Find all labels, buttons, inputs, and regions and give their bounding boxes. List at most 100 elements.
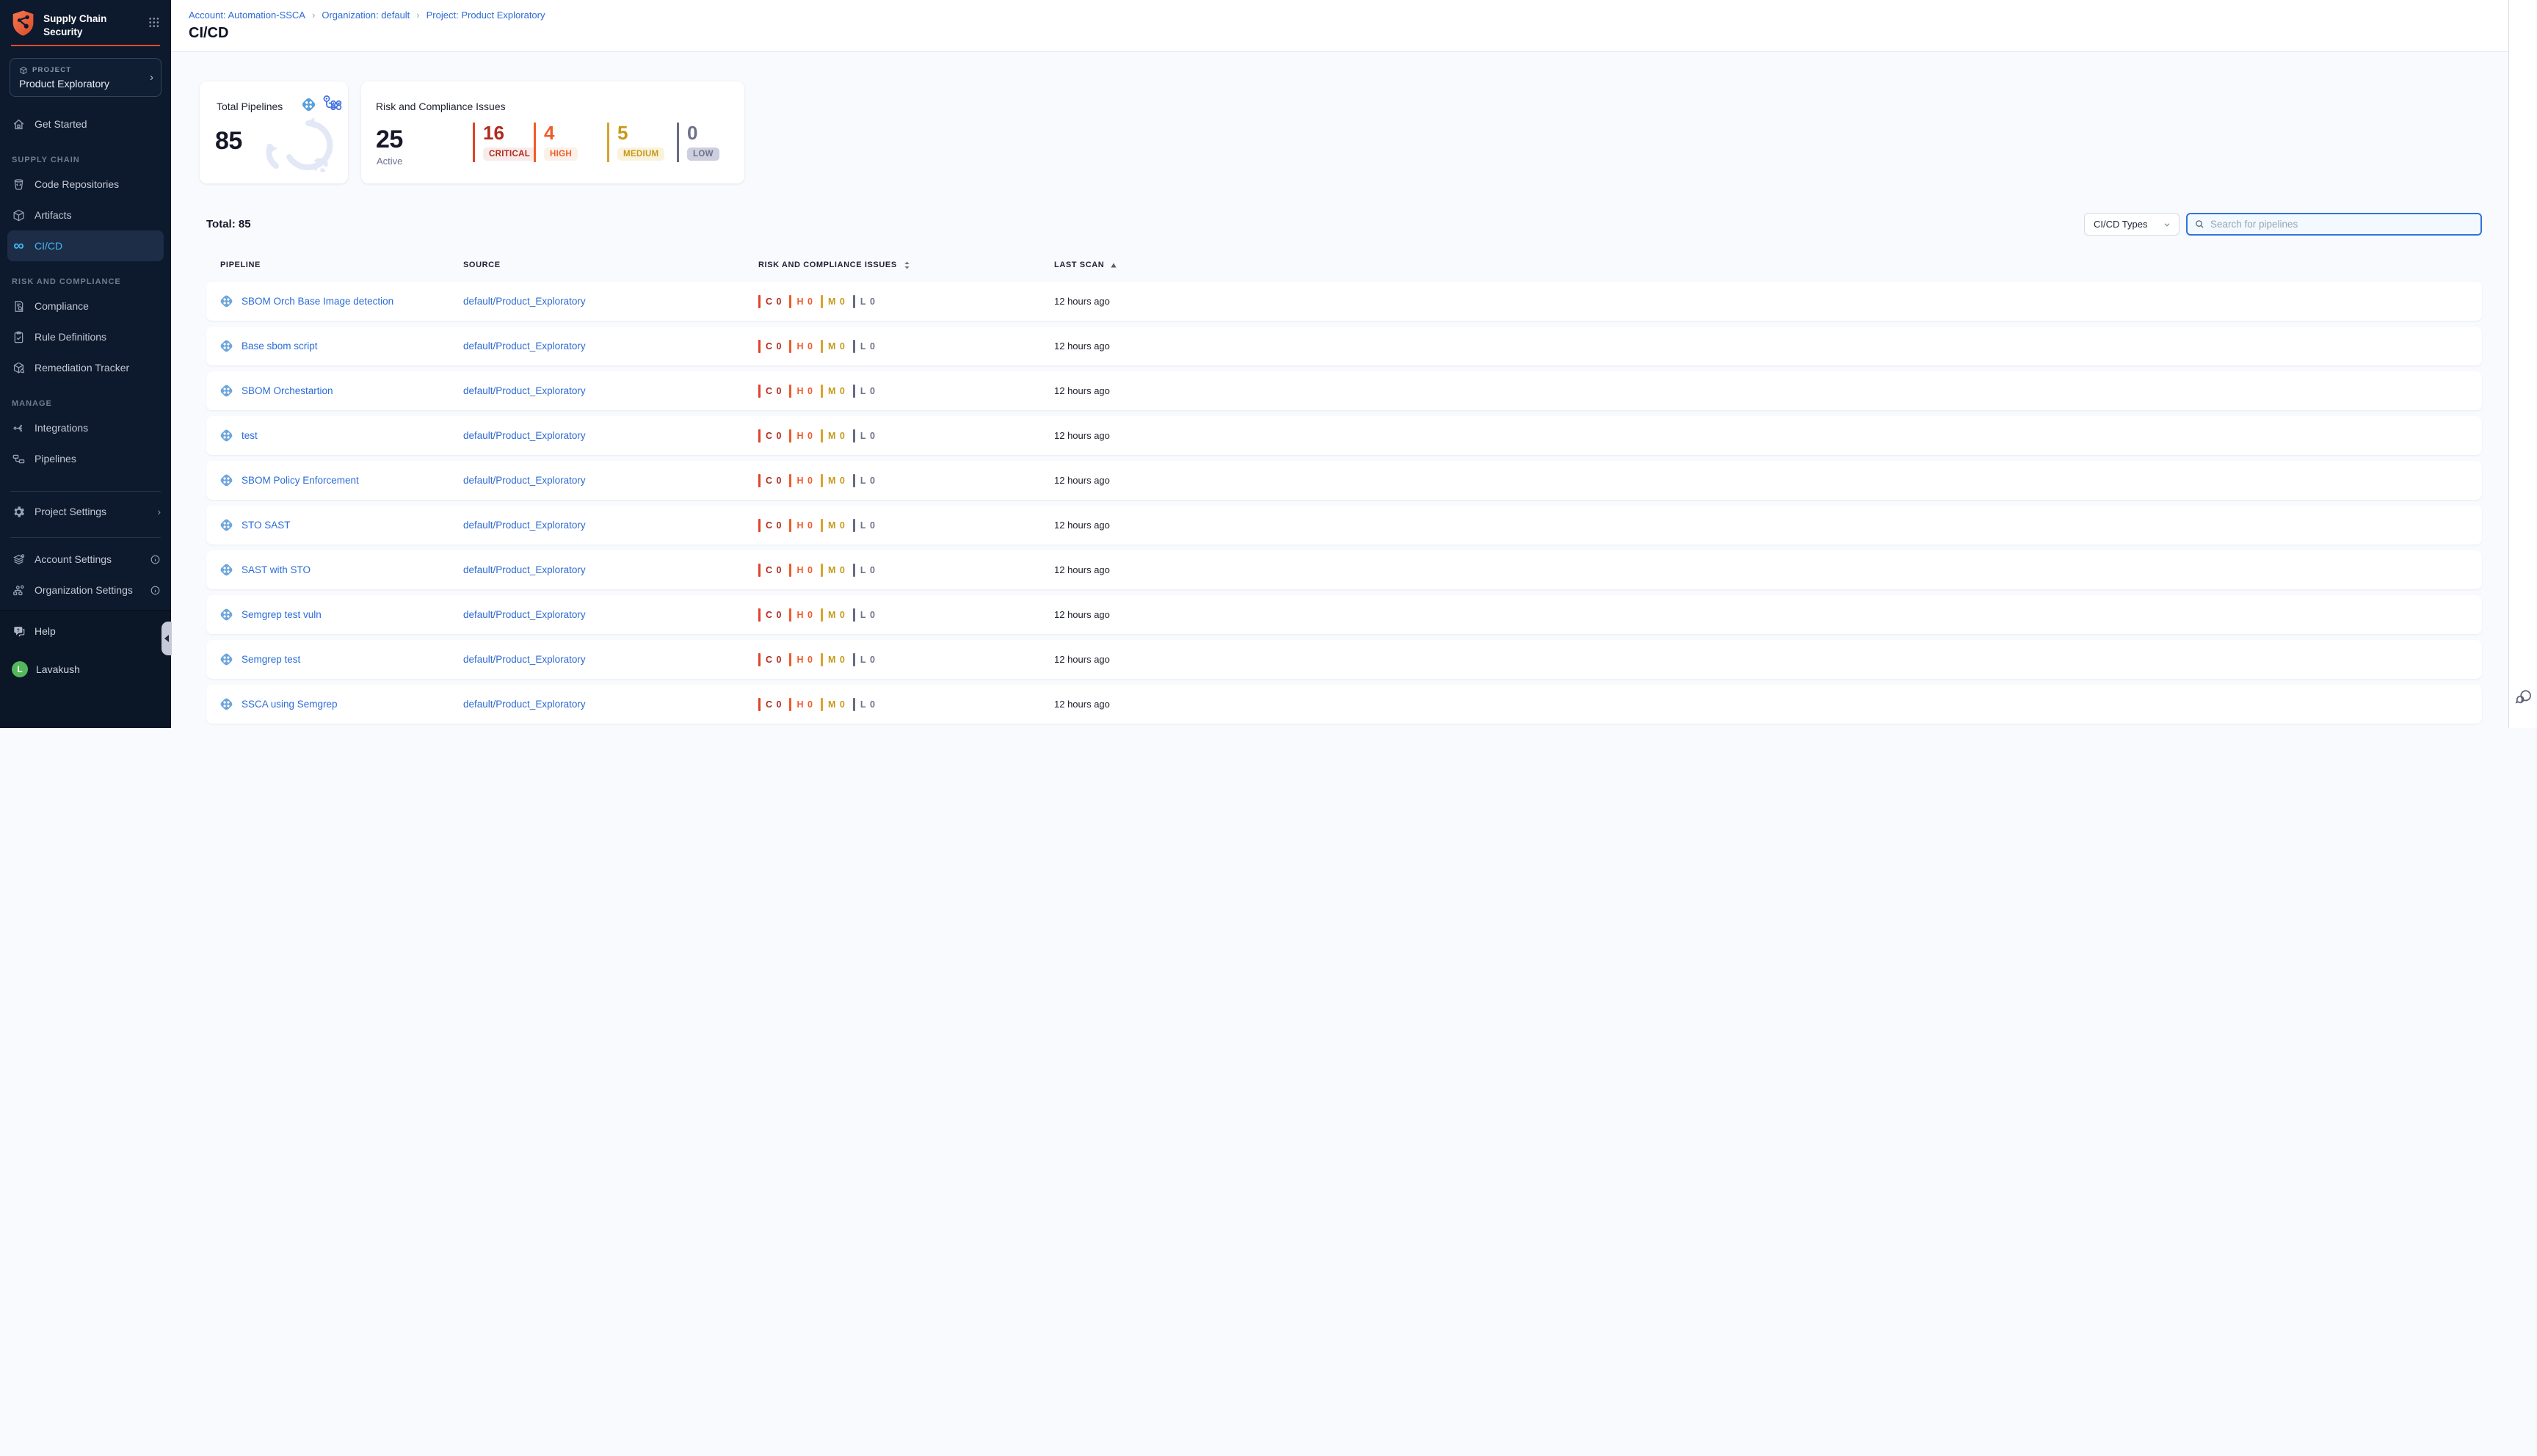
pipeline-diamond-icon: [219, 428, 234, 443]
pipeline-diamond-icon: [219, 696, 234, 712]
table-row[interactable]: SBOM Policy Enforcement default/Product_…: [206, 461, 2482, 500]
pipeline-issues: C0 H0 M0 L0: [758, 564, 1054, 577]
low-count: 0: [687, 123, 730, 142]
total-pipelines-card: Total Pipelines: [200, 81, 348, 183]
issue-high: H0: [789, 385, 812, 398]
brand-divider: [11, 45, 160, 46]
issue-high: H0: [789, 564, 812, 577]
cicd-infinity-icon: ∞: [12, 239, 26, 253]
sidebar-section-supply-chain: SUPPLY CHAIN: [0, 139, 171, 169]
sidebar-collapse-handle[interactable]: [161, 622, 172, 655]
col-pipeline: PIPELINE: [206, 261, 463, 269]
help-chat-icon: ?: [12, 625, 26, 638]
pipeline-source: default/Product_Exploratory: [463, 341, 758, 352]
sidebar-item-integrations[interactable]: Integrations: [0, 412, 171, 443]
breadcrumb-project-link[interactable]: Project: Product Exploratory: [427, 10, 545, 21]
avatar: L: [12, 661, 28, 677]
pipeline-diamond-icon: [300, 96, 317, 113]
pipeline-diamond-icon: [219, 652, 234, 667]
sidebar-item-code-repositories[interactable]: Code Repositories: [0, 169, 171, 200]
last-scan: 12 hours ago: [1054, 609, 2482, 620]
sidebar-item-remediation-tracker[interactable]: Remediation Tracker: [0, 352, 171, 383]
home-icon: [12, 117, 26, 131]
total-pipelines-title: Total Pipelines: [217, 101, 283, 112]
issue-high: H0: [789, 653, 812, 666]
module-grid-icon[interactable]: [148, 15, 161, 29]
sidebar-item-compliance[interactable]: Compliance: [0, 291, 171, 321]
table-row[interactable]: STO SAST default/Product_Exploratory C0 …: [206, 506, 2482, 545]
breadcrumb-separator: ›: [416, 10, 419, 21]
box-wrench-icon: [12, 361, 26, 375]
col-last-scan[interactable]: LAST SCAN: [1054, 261, 2482, 269]
last-scan: 12 hours ago: [1054, 341, 2482, 352]
pipeline-source: default/Product_Exploratory: [463, 564, 758, 575]
sidebar-item-rule-definitions[interactable]: Rule Definitions: [0, 321, 171, 352]
pipeline-source: default/Product_Exploratory: [463, 654, 758, 665]
sidebar-item-organization-settings[interactable]: Organization Settings: [0, 575, 171, 605]
table-row[interactable]: SSCA using Semgrep default/Product_Explo…: [206, 685, 2482, 724]
table-row[interactable]: Semgrep test default/Product_Exploratory…: [206, 640, 2482, 679]
pipeline-source: default/Product_Exploratory: [463, 520, 758, 531]
svg-text:?: ?: [17, 627, 20, 633]
pipeline-name-link[interactable]: Semgrep test vuln: [242, 609, 322, 620]
right-rail: [2508, 0, 2537, 728]
low-badge: LOW: [687, 148, 719, 161]
pipeline-name-link[interactable]: STO SAST: [242, 520, 291, 531]
sidebar-divider: [10, 491, 161, 492]
table-row[interactable]: Semgrep test vuln default/Product_Explor…: [206, 595, 2482, 634]
issue-medium: M0: [821, 564, 845, 577]
pipeline-name-link[interactable]: SBOM Policy Enforcement: [242, 475, 359, 486]
breadcrumb-account-link[interactable]: Account: Automation-SSCA: [189, 10, 305, 21]
pipeline-issues: C0 H0 M0 L0: [758, 474, 1054, 487]
breadcrumb-org-link[interactable]: Organization: default: [322, 10, 410, 21]
pipeline-name-link[interactable]: SBOM Orch Base Image detection: [242, 296, 393, 307]
search-input[interactable]: [2210, 219, 2474, 230]
medium-count: 5: [617, 123, 677, 142]
list-toolbar: Total: 85 CI/CD Types: [206, 213, 2482, 236]
user-menu[interactable]: L Lavakush: [0, 655, 171, 684]
table-row[interactable]: Base sbom script default/Product_Explora…: [206, 327, 2482, 365]
severity-low: 0 LOW: [677, 123, 730, 162]
last-scan: 12 hours ago: [1054, 699, 2482, 710]
help-button[interactable]: ? Help: [0, 616, 171, 646]
issue-low: L0: [853, 474, 875, 487]
sidebar-item-account-settings[interactable]: Account Settings: [0, 544, 171, 575]
pipeline-name-link[interactable]: SBOM Orchestartion: [242, 385, 333, 396]
pipeline-name-link[interactable]: Semgrep test: [242, 654, 300, 665]
sidebar: Supply Chain Security PROJECT Product Ex…: [0, 0, 171, 728]
sidebar-item-artifacts[interactable]: Artifacts: [0, 200, 171, 230]
table-row[interactable]: SBOM Orch Base Image detection default/P…: [206, 282, 2482, 321]
pipeline-source: default/Product_Exploratory: [463, 609, 758, 620]
chat-bubbles-icon[interactable]: [2514, 688, 2533, 707]
last-scan: 12 hours ago: [1054, 475, 2482, 486]
sidebar-item-pipelines[interactable]: Pipelines: [0, 443, 171, 474]
table-row[interactable]: test default/Product_Exploratory C0 H0 M…: [206, 416, 2482, 455]
sort-asc-icon: [1109, 261, 1118, 269]
sidebar-item-cicd[interactable]: ∞ CI/CD: [7, 230, 164, 261]
table-row[interactable]: SBOM Orchestartion default/Product_Explo…: [206, 371, 2482, 410]
medium-badge: MEDIUM: [617, 148, 664, 161]
pipeline-name-link[interactable]: Base sbom script: [242, 341, 318, 352]
col-issues[interactable]: RISK AND COMPLIANCE ISSUES: [758, 260, 1054, 271]
chevron-right-icon: ›: [157, 506, 161, 517]
issue-low: L0: [853, 653, 875, 666]
app-title: Supply Chain Security: [43, 8, 140, 38]
page-header: Account: Automation-SSCA › Organization:…: [171, 0, 2508, 52]
project-selector[interactable]: PROJECT Product Exploratory ›: [10, 58, 161, 97]
integrations-icon: [12, 421, 26, 435]
sidebar-item-get-started[interactable]: Get Started: [0, 109, 171, 139]
code-repo-icon: [12, 178, 26, 192]
pipeline-issues: C0 H0 M0 L0: [758, 340, 1054, 353]
pipeline-name-link[interactable]: test: [242, 430, 258, 441]
table-row[interactable]: SAST with STO default/Product_Explorator…: [206, 550, 2482, 589]
cicd-types-dropdown[interactable]: CI/CD Types: [2084, 213, 2180, 236]
issue-critical: C0: [758, 385, 781, 398]
breadcrumb-separator: ›: [312, 10, 315, 21]
total-count-label: Total: 85: [206, 218, 251, 230]
pipeline-name-link[interactable]: SSCA using Semgrep: [242, 699, 338, 710]
sidebar-item-project-settings[interactable]: Project Settings ›: [0, 496, 171, 527]
pipeline-issues: C0 H0 M0 L0: [758, 519, 1054, 532]
high-count: 4: [544, 123, 607, 142]
active-issues-label: Active: [377, 156, 402, 167]
pipeline-name-link[interactable]: SAST with STO: [242, 564, 311, 575]
